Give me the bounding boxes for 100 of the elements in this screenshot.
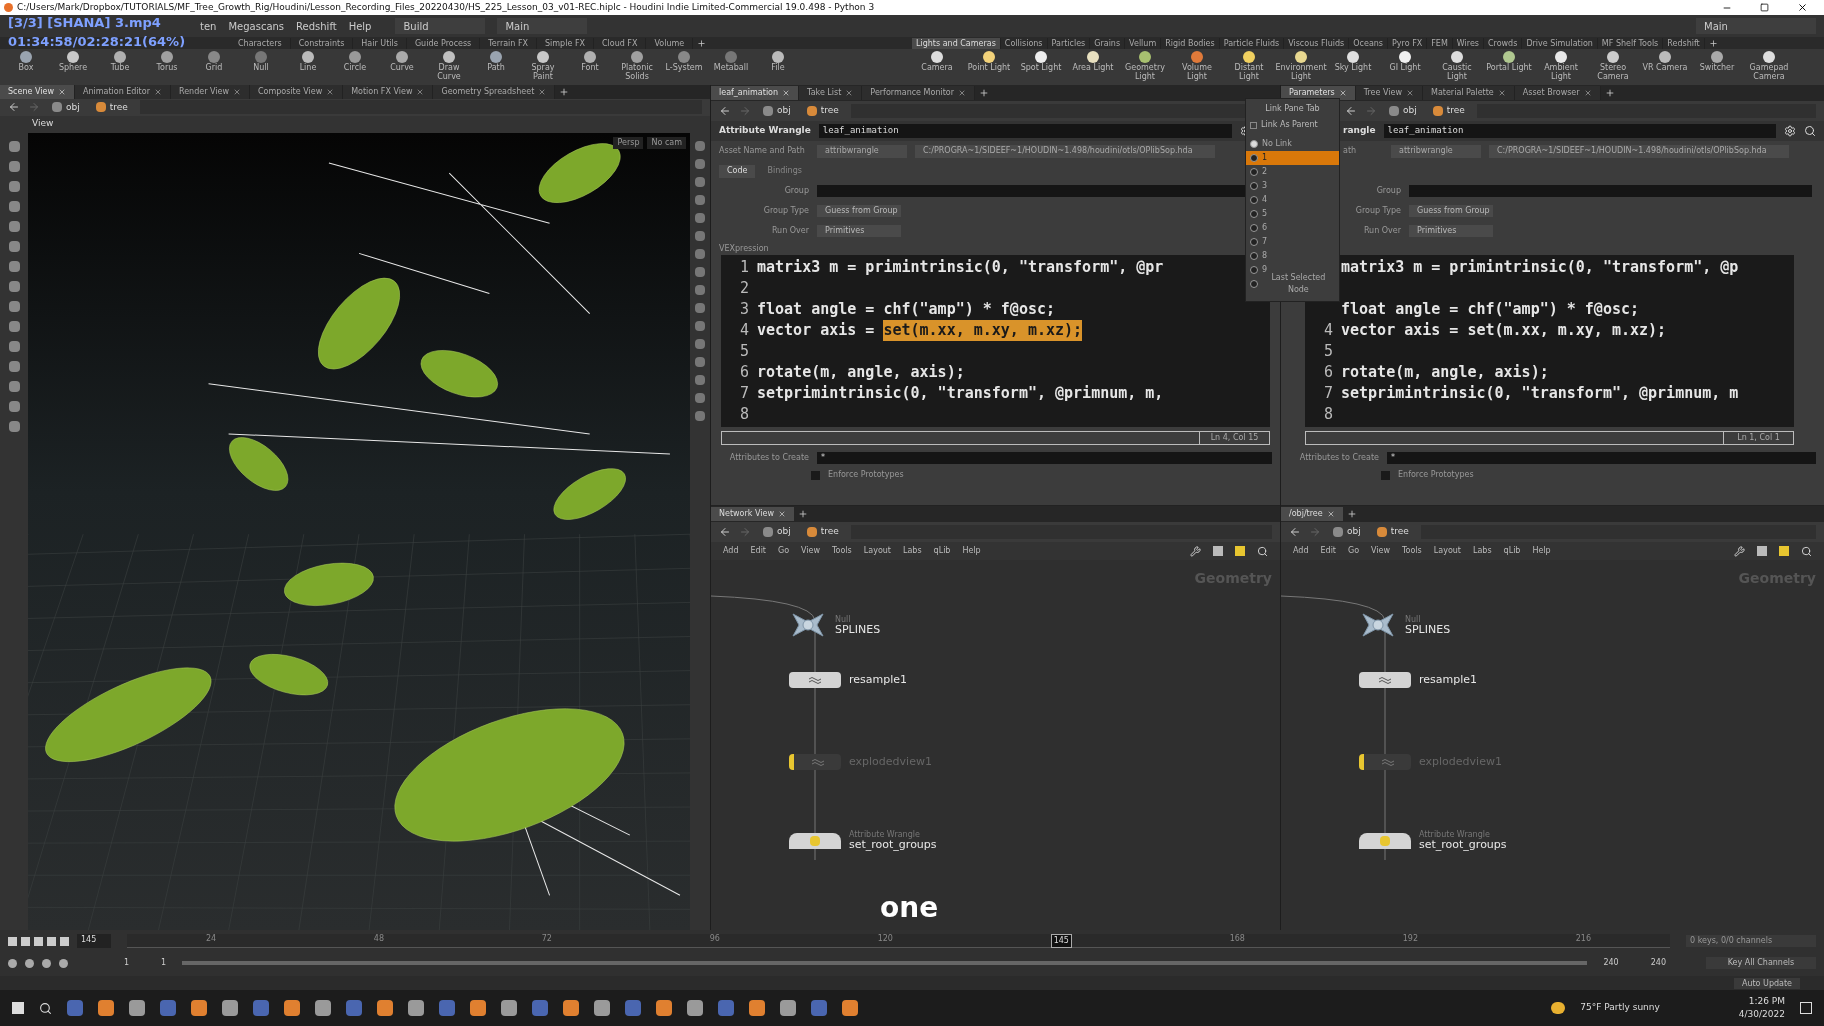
back-icon[interactable] — [1345, 105, 1357, 117]
attributes-field[interactable]: * — [1387, 452, 1816, 464]
current-frame-marker[interactable]: 145 — [1050, 934, 1072, 948]
radio-icon[interactable] — [1250, 266, 1258, 274]
menu-checkbox-item[interactable]: Link As Parent — [1246, 119, 1339, 131]
tool-icon[interactable] — [8, 360, 20, 372]
shelf-tool[interactable]: Null — [239, 51, 283, 72]
shelf-tab[interactable]: MF Shelf Tools — [1597, 37, 1664, 49]
shelf-tab[interactable]: FEM — [1427, 37, 1453, 49]
group-field[interactable] — [1409, 185, 1812, 197]
node-body[interactable] — [789, 672, 841, 688]
shelf-tab[interactable]: Particles — [1047, 37, 1091, 49]
shelf-tab[interactable]: Crowds — [1484, 37, 1523, 49]
frame-field[interactable]: 145 — [77, 934, 111, 948]
menu-item[interactable]: Help — [1532, 545, 1551, 557]
checkbox[interactable] — [1381, 470, 1390, 480]
tool-icon[interactable] — [695, 302, 705, 313]
tool-icon[interactable] — [695, 230, 705, 241]
shelf-tool[interactable]: Path — [474, 51, 518, 72]
shelf-tab[interactable]: Collisions — [1000, 37, 1048, 49]
shelf-tab[interactable]: Oceans — [1349, 37, 1389, 49]
tool-icon[interactable] — [695, 266, 705, 277]
pane-tab[interactable]: Scene View — [0, 85, 75, 99]
tool-icon[interactable] — [695, 410, 705, 421]
tool-icon[interactable] — [695, 356, 705, 367]
menu-item[interactable]: Add — [1293, 545, 1309, 557]
run-over-dropdown[interactable]: Primitives — [1409, 225, 1493, 237]
back-icon[interactable] — [1289, 526, 1301, 538]
asset-name-dropdown[interactable]: attribwrangle — [817, 144, 907, 158]
menu-item[interactable]: Go — [1348, 545, 1360, 557]
pane-tab[interactable]: Material Palette — [1423, 86, 1515, 100]
radio-icon[interactable] — [1250, 238, 1258, 246]
shelf-tab[interactable]: Volume — [646, 37, 694, 49]
path-button[interactable]: tree — [1372, 525, 1413, 539]
menu-item[interactable]: View — [801, 545, 821, 557]
path-button[interactable]: tree — [802, 525, 843, 539]
shelf-tool[interactable]: Distant Light — [1224, 51, 1274, 81]
shelf-tab[interactable]: Viscous Fluids — [1284, 37, 1350, 49]
shelf-tool[interactable]: Stereo Camera — [1588, 51, 1638, 81]
pane-tab[interactable]: Animation Editor — [74, 85, 171, 99]
path-field[interactable] — [139, 100, 702, 115]
pane-tab[interactable]: /obj/tree — [1281, 507, 1343, 521]
shelf-tab[interactable]: Hair Utils — [353, 37, 407, 49]
radio-icon[interactable] — [1250, 182, 1258, 190]
path-button[interactable]: obj — [1329, 525, 1365, 539]
shelf-tool[interactable]: Geometry Light — [1120, 51, 1170, 81]
tool-icon[interactable] — [695, 392, 705, 403]
radio-icon[interactable] — [1250, 196, 1258, 204]
checkbox[interactable] — [811, 470, 820, 480]
menu-item[interactable]: Tools — [832, 545, 852, 557]
shelf-tab[interactable]: Vellum — [1125, 37, 1162, 49]
menu-item[interactable]: Edit — [1320, 545, 1336, 557]
settings-icon[interactable] — [1784, 125, 1796, 137]
asset-path-dropdown[interactable]: C:/PROGRA~1/SIDEEF~1/HOUDIN~1.498/houdini/otls/OPlibSop.hda — [1489, 144, 1789, 158]
attributes-field[interactable]: * — [817, 452, 1272, 464]
taskbar-app-icon[interactable] — [780, 1000, 796, 1016]
menu-item[interactable]: ten — [200, 18, 217, 34]
menu-item[interactable]: Labs — [1473, 545, 1492, 557]
add-tab-icon[interactable] — [559, 87, 570, 97]
null-node-icon[interactable] — [1359, 610, 1397, 640]
tool-icon[interactable] — [695, 212, 705, 223]
shelf-tab[interactable]: Rigid Bodies — [1161, 37, 1220, 49]
taskbar-app-icon[interactable] — [749, 1000, 765, 1016]
shelf-tool[interactable]: L-System — [662, 51, 706, 72]
shelf-tab[interactable]: Particle Fluids — [1219, 37, 1285, 49]
radio-icon[interactable] — [1250, 140, 1258, 148]
menu-item[interactable]: Add — [723, 545, 739, 557]
tool-icon[interactable] — [8, 400, 20, 412]
add-tab-icon[interactable] — [1346, 509, 1357, 519]
taskbar-app-icon[interactable] — [842, 1000, 858, 1016]
shelf-tool[interactable]: Tube — [98, 51, 142, 72]
tool-icon[interactable] — [8, 320, 20, 332]
taskbar-app-icon[interactable] — [98, 1000, 114, 1016]
menu-radio-item[interactable]: 6 — [1246, 221, 1339, 235]
tool-icon[interactable] — [695, 338, 705, 349]
taskbar-app-icon[interactable] — [408, 1000, 424, 1016]
shelf-tool[interactable]: Circle — [333, 51, 377, 72]
taskbar-app-icon[interactable] — [129, 1000, 145, 1016]
menu-item[interactable]: Help — [962, 545, 981, 557]
tool-icon[interactable] — [695, 194, 705, 205]
add-tab-icon[interactable] — [1708, 38, 1718, 48]
param-tab[interactable]: Code — [719, 164, 756, 178]
menu-item[interactable]: View — [1371, 545, 1391, 557]
path-button[interactable]: tree — [91, 100, 132, 115]
path-button[interactable]: tree — [802, 104, 843, 118]
pane-tab[interactable]: Asset Browser — [1514, 86, 1601, 100]
pane-tab[interactable]: Geometry Spreadsheet — [433, 85, 556, 99]
add-tab-icon[interactable] — [1604, 88, 1615, 98]
menu-item[interactable]: Layout — [863, 545, 891, 557]
tool-icon[interactable] — [8, 280, 20, 292]
menu-item[interactable]: Labs — [903, 545, 922, 557]
node-body[interactable] — [1359, 754, 1411, 770]
range-slider[interactable] — [182, 961, 1588, 965]
group-type-dropdown[interactable]: Guess from Group — [817, 205, 901, 217]
tool-icon[interactable] — [8, 140, 20, 152]
path-button[interactable]: tree — [1428, 104, 1469, 118]
menu-item[interactable]: Edit — [750, 545, 766, 557]
taskbar-app-icon[interactable] — [315, 1000, 331, 1016]
shelf-tool[interactable]: Curve — [380, 51, 424, 72]
desktop-dropdown[interactable]: Main — [1696, 18, 1816, 34]
